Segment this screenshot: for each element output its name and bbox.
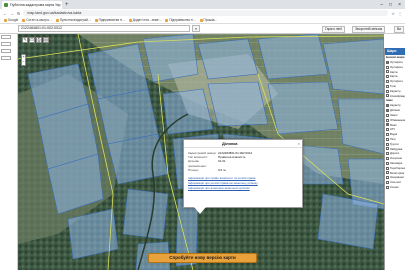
close-icon[interactable]: × [298, 141, 300, 146]
layer-checkbox[interactable] [386, 185, 389, 189]
left-panel-row[interactable] [0, 41, 17, 48]
layer-checkbox[interactable] [386, 171, 389, 175]
layer-checkbox[interactable] [386, 104, 389, 108]
search-button[interactable]: ⌕ [192, 25, 200, 32]
bookmark-item[interactable]: Прошіа... [199, 18, 217, 22]
layer-checkbox[interactable] [386, 133, 389, 137]
menu-icon[interactable]: ⋮ [398, 11, 405, 16]
popup-row: Площа: 0.5 га [188, 167, 226, 172]
star-icon[interactable]: ☆ [391, 11, 395, 16]
layer-checkbox[interactable] [386, 109, 389, 113]
layers-tool-button[interactable]: ▤ [43, 37, 49, 43]
zoom-out-button[interactable]: − [22, 60, 25, 65]
layer-checkbox[interactable] [386, 137, 389, 141]
layer-checkbox[interactable] [386, 142, 389, 146]
layer-checkbox[interactable] [386, 147, 389, 151]
reload-icon[interactable]: ↻ [17, 11, 20, 16]
layer-checkbox[interactable] [386, 65, 389, 69]
bookmark-icon [55, 18, 59, 22]
search-icon: ⌕ [194, 26, 198, 31]
browser-tab-bar: Публічна кадастрова карта Укр × + – □ × [0, 0, 405, 9]
left-panel-field[interactable] [1, 49, 11, 53]
layer-checkbox[interactable] [386, 113, 389, 117]
bookmark-item[interactable]: Підприємства ті... [165, 18, 196, 22]
bookmark-item[interactable]: Підприємства ті... [94, 18, 125, 22]
layer-checkbox[interactable] [386, 161, 389, 165]
bookmark-item[interactable]: Додаті ліга - земе... [128, 18, 161, 22]
bookmark-item[interactable]: Google [4, 18, 18, 22]
layers-header[interactable]: Шари [385, 48, 405, 55]
parcel-info-popup: Ділянка × Кадастровий номер: 2122484801:0… [183, 139, 303, 214]
feedback-button[interactable]: Зворотній зв'язок [352, 26, 386, 33]
login-button[interactable]: Ви [394, 26, 405, 33]
layer-checkbox[interactable] [386, 94, 389, 98]
layer-item[interactable]: Схеми [385, 185, 405, 190]
url-field[interactable]: map.land.gov.ua/kadastrova-karta [23, 10, 389, 16]
layer-checkbox[interactable] [386, 176, 389, 180]
minimize-icon[interactable]: – [380, 1, 383, 9]
bookmark-icon [199, 18, 203, 22]
cadastral-search-input[interactable]: 2122484801:01:002:0012 [18, 25, 190, 32]
layer-checkbox[interactable] [386, 166, 389, 170]
draw-tool-button[interactable]: ✎ [22, 37, 28, 43]
popup-pointer [194, 207, 206, 214]
zoom-control: + − [21, 54, 26, 66]
address-bar-row: ← → ↻ map.land.gov.ua/kadastrova-karta ☆… [0, 9, 405, 17]
left-panel-field[interactable] [1, 42, 11, 46]
layer-checkbox[interactable] [386, 181, 389, 185]
site-favicon-icon [4, 3, 8, 7]
layer-checkbox[interactable] [386, 157, 389, 161]
layer-checkbox[interactable] [386, 60, 389, 64]
left-panel-row[interactable] [0, 34, 17, 41]
measure-tool-button[interactable]: ⊡ [29, 37, 35, 43]
left-panel-row[interactable] [0, 55, 17, 62]
layer-checkbox[interactable] [386, 123, 389, 127]
popup-row: Цільове призначення: 01.01 [188, 159, 226, 168]
bookmark-icon [22, 18, 26, 22]
bookmarks-bar: Google Сстаті а-кастро... Пулістна віадс… [0, 17, 405, 24]
bookmark-icon [165, 18, 169, 22]
tab-title: Публічна кадастрова карта Укр [10, 3, 61, 7]
forward-icon[interactable]: → [10, 11, 14, 16]
bookmark-icon [128, 18, 132, 22]
new-tab-button[interactable]: + [65, 1, 69, 9]
popup-title: Ділянка [184, 140, 302, 148]
layer-checkbox[interactable] [386, 84, 389, 88]
bookmark-item[interactable]: Пулістна віадстрай... [55, 18, 91, 22]
try-new-map-button[interactable]: Спробуйте нову версію карти [148, 253, 257, 263]
layer-checkbox[interactable] [386, 70, 389, 74]
print-tool-button[interactable]: ⎙ [36, 37, 42, 43]
layer-panel-top [384, 34, 405, 48]
layer-label: Схеми [390, 184, 399, 189]
bookmark-icon [94, 18, 98, 22]
hotline-button[interactable]: Гарячі лінії [322, 26, 345, 33]
bookmark-item[interactable]: Сстаті а-кастро... [22, 18, 52, 22]
layer-checkbox[interactable] [386, 89, 389, 93]
layer-checkbox[interactable] [386, 118, 389, 122]
close-window-icon[interactable]: × [398, 1, 401, 9]
browser-tab[interactable]: Публічна кадастрова карта Укр × [2, 1, 62, 9]
popup-link[interactable]: Інформація про власника земельної ділянк… [188, 186, 298, 191]
layers-panel: Шари Базові шари Ортофото Ортофото Карта Ка… [384, 48, 405, 270]
bookmark-icon [4, 18, 7, 22]
app-header: 2122484801:01:002:0012 ⌕ Гарячі лінії Зв… [0, 24, 405, 34]
left-panel-field[interactable] [1, 35, 11, 39]
layer-checkbox[interactable] [386, 80, 389, 84]
left-panel-row[interactable] [0, 48, 17, 55]
left-panel [0, 34, 18, 270]
back-icon[interactable]: ← [3, 11, 7, 16]
maximize-icon[interactable]: □ [389, 1, 392, 9]
layer-checkbox[interactable] [386, 152, 389, 156]
layer-checkbox[interactable] [386, 128, 389, 132]
left-panel-field[interactable] [1, 56, 11, 60]
window-controls: – □ × [380, 1, 405, 9]
layer-checkbox[interactable] [386, 75, 389, 79]
map-toolbar: ✎ ⊡ ⎙ ▤ [22, 37, 49, 43]
